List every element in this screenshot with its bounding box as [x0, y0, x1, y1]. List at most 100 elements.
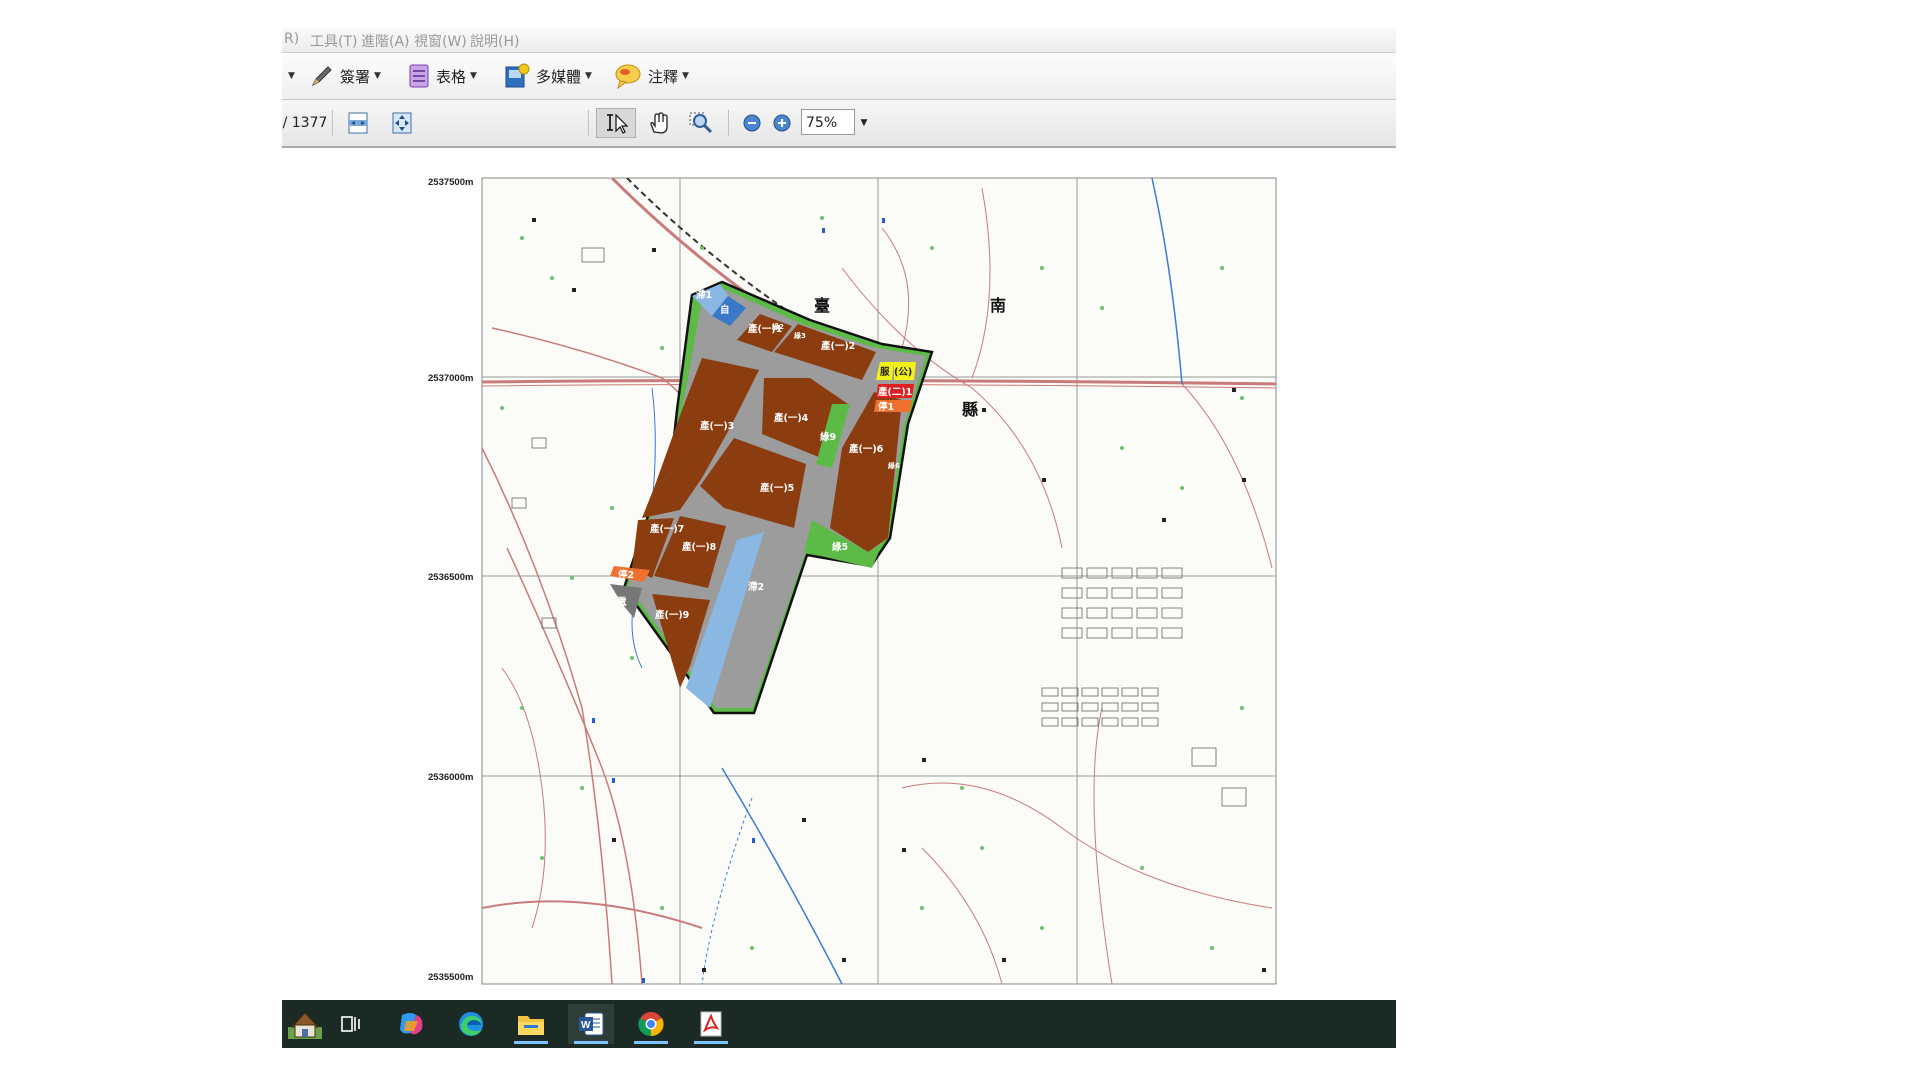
menu-item-advanced[interactable]: 進階(A) — [361, 31, 410, 51]
zone-label: 產(一)4 — [773, 412, 809, 424]
copilot-icon — [400, 1013, 423, 1035]
coord-label: 2537000m — [428, 373, 473, 384]
coord-label: 2536000m — [428, 772, 473, 783]
zone-label: 停1 — [878, 401, 894, 413]
map-city-char: 縣 — [962, 400, 978, 419]
forms-button[interactable]: 表格 ▼ — [408, 62, 477, 90]
tasks-toolbar: ▼ 簽署 ▼ 表格 ▼ 多媒體 ▼ 注釋 ▼ — [282, 53, 1396, 100]
chrome-icon — [638, 1012, 664, 1037]
zone-label: 產(一)6 — [848, 443, 884, 455]
zone-label: 停2 — [618, 569, 634, 581]
page-count: / 1377 — [282, 115, 328, 131]
running-indicator — [514, 1041, 548, 1044]
fit-page-icon — [392, 112, 412, 134]
word-icon: W — [579, 1012, 604, 1036]
zone-label: 服 — [880, 367, 890, 378]
zone-label: 自 — [720, 304, 730, 316]
running-indicator — [694, 1041, 728, 1044]
zone-label: 綠5 — [832, 541, 848, 553]
task-view-icon — [341, 1016, 360, 1032]
text-cursor-arrow-icon — [607, 113, 629, 134]
zone-label: 產(一)9 — [654, 609, 689, 621]
partial-dropdown[interactable]: ▼ — [284, 62, 295, 90]
form-icon — [409, 64, 429, 88]
coord-label: 2537500m — [428, 177, 473, 188]
edge-icon — [459, 1012, 483, 1036]
multimedia-button[interactable]: 多媒體 ▼ — [504, 62, 592, 90]
coord-label: 2535500m — [428, 972, 473, 983]
hand-tool-button[interactable] — [642, 108, 676, 138]
zone-label: 產(一)3 — [699, 420, 734, 432]
divider — [728, 110, 729, 136]
zone-label: (公) — [894, 367, 912, 378]
coord-label: 2536500m — [428, 572, 473, 583]
sign-label: 簽署 — [340, 67, 371, 86]
chevron-down-icon: ▼ — [860, 118, 868, 128]
zoom-in-button[interactable] — [770, 108, 794, 138]
forms-label: 表格 — [436, 67, 467, 86]
zoom-dropdown[interactable]: ▼ — [857, 108, 871, 138]
zone-label: 綠2 — [772, 322, 784, 331]
windows-taskbar: W — [282, 1000, 1396, 1048]
taskbar-chrome-button[interactable] — [628, 1004, 674, 1044]
menu-item-tools[interactable]: 工具(T) — [310, 31, 357, 51]
zoom-in-icon — [773, 114, 791, 132]
navigation-toolbar: / 1377 75% ▼ — [282, 100, 1396, 148]
zone-label: 綠6 — [888, 461, 900, 470]
zoom-out-button[interactable] — [740, 108, 764, 138]
document-canvas[interactable]: 臺 南 縣 滯1 自 產(一)1 產(一)2 產(一)3 產(一)4 產(一)5… — [282, 148, 1396, 1028]
comment-label: 注釋 — [648, 67, 679, 86]
multimedia-icon — [505, 63, 530, 88]
running-indicator — [574, 1041, 608, 1044]
taskbar-copilot-button[interactable] — [388, 1004, 434, 1044]
map-frame — [481, 177, 1277, 985]
sign-button[interactable]: 簽署 ▼ — [310, 62, 381, 90]
house-icon — [288, 1012, 322, 1039]
taskbar-house-button[interactable] — [282, 1004, 328, 1044]
marquee-zoom-button[interactable] — [684, 108, 718, 138]
svg-text:W: W — [581, 1020, 591, 1031]
map-city-char: 臺 — [814, 296, 830, 315]
taskbar-word-button[interactable]: W — [568, 1004, 614, 1044]
running-indicator — [634, 1041, 668, 1044]
comment-button[interactable]: 注釋 ▼ — [614, 62, 689, 90]
taskbar-edge-button[interactable] — [448, 1004, 494, 1044]
zone-label: 電 — [617, 596, 627, 608]
zone-label: 綠9 — [820, 431, 836, 443]
chevron-down-icon: ▼ — [288, 71, 295, 81]
zone-label: 產(一)5 — [759, 482, 794, 494]
zoom-level-input[interactable]: 75% — [801, 109, 855, 135]
chevron-down-icon: ▼ — [585, 71, 592, 81]
chevron-down-icon: ▼ — [374, 71, 381, 81]
acrobat-icon — [700, 1011, 722, 1037]
land-use-map: 臺 南 縣 滯1 自 產(一)1 產(一)2 產(一)3 產(一)4 產(一)5… — [428, 177, 1277, 985]
zone-label: 滯2 — [748, 581, 764, 593]
file-explorer-icon — [518, 1016, 544, 1035]
menu-item-help[interactable]: 說明(H) — [470, 31, 519, 51]
hand-icon — [650, 112, 668, 134]
taskbar-task-view-button[interactable] — [328, 1004, 374, 1044]
select-tool-button[interactable] — [596, 108, 636, 138]
zoom-out-icon — [743, 114, 761, 132]
zone-label: 滯1 — [696, 289, 712, 301]
divider — [332, 110, 333, 136]
menu-item-window[interactable]: 視窗(W) — [414, 31, 467, 51]
map-city-char: 南 — [990, 296, 1006, 315]
taskbar-file-explorer-button[interactable] — [508, 1004, 554, 1044]
taskbar-acrobat-button[interactable] — [688, 1004, 734, 1044]
zone-label: 產(一)2 — [820, 340, 855, 352]
zone-label: 產(二)1 — [877, 386, 912, 398]
menu-item-partial[interactable]: R) — [284, 31, 299, 47]
chevron-down-icon: ▼ — [682, 71, 689, 81]
pdf-viewer-window: R) 工具(T) 進階(A) 視窗(W) 說明(H) ▼ 簽署 ▼ 表格 ▼ 多… — [282, 28, 1396, 1048]
multimedia-label: 多媒體 — [536, 67, 582, 86]
zone-label: 綠3 — [794, 331, 806, 340]
chevron-down-icon: ▼ — [470, 71, 477, 81]
comment-bubble-icon — [615, 64, 641, 89]
divider — [588, 110, 589, 136]
menu-bar: R) 工具(T) 進階(A) 視窗(W) 說明(H) — [282, 28, 1396, 53]
fit-width-button[interactable] — [342, 108, 374, 138]
fit-page-button[interactable] — [386, 108, 418, 138]
fit-width-icon — [348, 112, 368, 134]
pen-icon — [311, 66, 332, 87]
